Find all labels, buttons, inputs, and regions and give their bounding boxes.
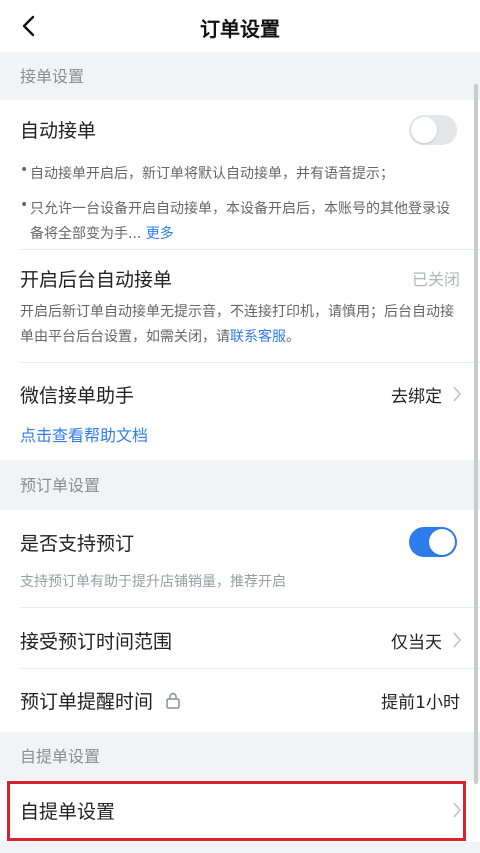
chevron-right-icon[interactable] [452, 632, 462, 648]
divider [20, 607, 480, 608]
preorder-settings-card: 是否支持预订 支持预订单有助于提升店铺销量，推荐开启 接受预订时间范围 仅当天 … [0, 510, 480, 732]
auto-accept-toggle[interactable] [409, 115, 457, 145]
more-link[interactable]: 更多 [146, 226, 174, 242]
bullet-dot: • [20, 197, 29, 213]
preorder-support-hint: 支持预订单有助于提升店铺销量，推荐开启 [20, 574, 286, 590]
section-header-accept: 接单设置 [0, 52, 480, 100]
scrollbar[interactable] [474, 84, 478, 784]
preorder-range-value[interactable]: 仅当天 [391, 628, 442, 653]
background-accept-label: 开启后台自动接单 [20, 269, 173, 291]
preorder-range-label[interactable]: 接受预订时间范围 [20, 627, 172, 654]
toggle-knob [429, 529, 455, 555]
auto-accept-note-2-text: 只允许一台设备开启自动接单，本设备开启后，本账号的其他登录设备将全部变为手... [30, 201, 450, 242]
accept-settings-card: 自动接单 • 自动接单开启后，新订单将默认自动接单，并有语音提示； • 只允许一… [0, 100, 480, 460]
divider [20, 249, 480, 250]
nav-bar: 订单设置 [0, 0, 480, 52]
note-end: 。 [286, 329, 300, 345]
auto-accept-note-1: 自动接单开启后，新订单将默认自动接单，并有语音提示； [30, 166, 394, 182]
section-header-pickup: 自提单设置 [0, 732, 480, 780]
background-accept-note: 开启后新订单自动接单无提示音，不连接打印机，请慎用；后台自动接单由平台后台设置，… [20, 300, 462, 350]
highlight-box [7, 781, 466, 841]
auto-accept-label: 自动接单 [20, 120, 97, 142]
bind-wechat-link[interactable]: 去绑定 [391, 382, 442, 407]
divider [20, 668, 480, 669]
chevron-right-icon[interactable] [452, 386, 462, 402]
bullet-dot: • [20, 162, 29, 178]
lock-icon [166, 692, 180, 709]
divider [20, 362, 480, 363]
auto-accept-note-2: 只允许一台设备开启自动接单，本设备开启后，本账号的其他登录设备将全部变为手...… [30, 197, 462, 247]
wechat-assistant-label: 微信接单助手 [20, 385, 135, 407]
page-title: 订单设置 [200, 17, 280, 41]
background-accept-status: 已关闭 [411, 270, 460, 289]
preorder-reminder-label: 预订单提醒时间 [20, 691, 154, 713]
preorder-support-toggle[interactable] [409, 527, 457, 557]
toggle-knob [411, 117, 437, 143]
help-doc-link[interactable]: 点击查看帮助文档 [20, 422, 148, 446]
contact-service-link[interactable]: 联系客服 [230, 329, 286, 345]
preorder-support-label: 是否支持预订 [20, 533, 135, 555]
preorder-reminder-value: 提前1小时 [381, 693, 460, 713]
section-header-preorder: 预订单设置 [0, 460, 480, 510]
